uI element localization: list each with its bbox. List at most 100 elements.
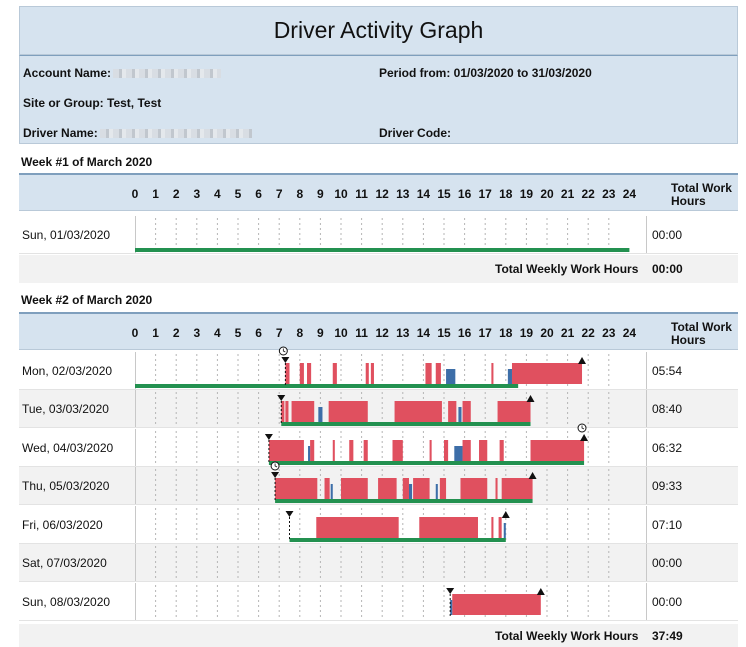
driving-period-bar [462, 401, 471, 422]
driving-period-bar [511, 363, 583, 384]
driver-name: Driver Name: [23, 126, 252, 140]
hour-label-6: 6 [255, 187, 262, 201]
week-1-hour-header: Total Work Hours 0 1 2 3 4 5 6 7 8 9 10 11 12 13 14 15 1… [19, 173, 738, 211]
activity-timeline [155, 585, 610, 619]
hour-label-16: 16 [457, 326, 472, 340]
driving-period-bar [501, 478, 533, 499]
shift-start-marker [281, 357, 290, 363]
hour-label-10: 10 [334, 326, 348, 340]
hour-label-15: 15 [437, 187, 451, 201]
driving-period-bar [419, 517, 478, 538]
work-period-bar [458, 407, 462, 422]
activity-timeline [155, 423, 610, 465]
rest-period-bar [135, 384, 519, 388]
work-period-bar [435, 484, 438, 499]
week-1-title: Week #1 of March 2020 [21, 155, 153, 169]
driving-period-bar [310, 440, 315, 461]
day-row: Sun, 01/03/2020 00:00 [19, 216, 738, 254]
redacted-driver-name [99, 129, 252, 139]
driving-period-bar [394, 401, 442, 422]
work-period-bar [503, 523, 506, 538]
hour-label-9: 9 [317, 326, 324, 340]
hour-label-0: 0 [131, 187, 139, 201]
hour-label-9: 9 [317, 187, 324, 201]
driving-period-bar [332, 363, 337, 384]
driving-period-bar [291, 401, 315, 422]
shift-end-marker [526, 395, 535, 402]
driving-period-bar [499, 440, 504, 461]
hour-label-3: 3 [193, 187, 201, 201]
hour-label-5: 5 [234, 187, 242, 201]
work-period-bar [308, 446, 311, 461]
rest-period-bar [268, 461, 585, 465]
driving-period-bar [324, 478, 330, 499]
hour-label-0: 0 [131, 326, 139, 340]
day-row: Mon, 02/03/2020 05:54 [19, 346, 738, 390]
week-2-total-row: Total Weekly Work Hours 37:49 [19, 624, 738, 647]
driving-period-bar [268, 440, 304, 461]
day-row: Wed, 04/03/2020 06:32 [19, 423, 738, 467]
day-row: Sun, 08/03/2020 00:00 [19, 583, 738, 621]
hour-label-20: 20 [540, 326, 554, 340]
driving-period-bar [429, 440, 432, 461]
work-period-bar [507, 369, 512, 384]
hour-label-18: 18 [499, 187, 513, 201]
hour-label-23: 23 [602, 187, 616, 201]
work-period-bar [330, 484, 333, 499]
shift-end-marker [528, 472, 537, 479]
driver-code: Driver Code: [379, 126, 452, 140]
week-2-hour-header: Total Work Hours 0 1 2 3 4 5 6 7 8 9 10 11 12 13 14 15 1… [19, 312, 738, 350]
site-or-group: Site or Group: Test, Test [23, 96, 162, 110]
work-period-bar [454, 446, 463, 461]
hour-label-23: 23 [602, 326, 616, 340]
driving-period-bar [435, 363, 441, 384]
driving-period-bar [444, 440, 449, 461]
hour-label-22: 22 [581, 326, 595, 340]
driving-period-bar [392, 440, 403, 461]
hour-label-15: 15 [437, 326, 451, 340]
hour-label-18: 18 [499, 326, 513, 340]
driving-period-bar [307, 363, 312, 384]
driving-period-bar [365, 363, 369, 384]
shift-start-marker [271, 472, 280, 478]
day-row: Thu, 05/03/2020 09:33 [19, 461, 738, 505]
report-title: Driver Activity Graph [273, 17, 484, 43]
shift-end-marker [536, 588, 545, 595]
rest-period-bar [289, 538, 506, 542]
driving-period-bar [363, 440, 368, 461]
total-weekly-label: Total Weekly Work Hours [495, 262, 639, 276]
driving-period-bar [497, 401, 531, 422]
hour-label-3: 3 [193, 326, 201, 340]
driving-period-bar [530, 440, 585, 461]
driving-period-bar [452, 594, 541, 615]
hour-label-17: 17 [478, 326, 492, 340]
driving-period-bar [495, 478, 498, 499]
driving-period-bar [332, 440, 335, 461]
week-2-total-value: 37:49 [652, 629, 683, 643]
shift-start-marker [277, 395, 286, 401]
driver-info-panel: Account Name: Period from: 01/03/2020 to… [19, 55, 738, 144]
hour-label-22: 22 [581, 187, 595, 201]
period-range: Period from: 01/03/2020 to 31/03/2020 [379, 66, 592, 80]
driving-period-bar [462, 440, 471, 461]
driving-period-bar [285, 401, 289, 422]
driving-period-bar [328, 401, 368, 422]
driving-period-bar [402, 478, 409, 499]
day-row: Fri, 06/03/2020 07:10 [19, 506, 738, 544]
driving-period-bar [491, 517, 494, 538]
hour-label-8: 8 [296, 187, 304, 201]
hour-label-1: 1 [152, 326, 159, 340]
activity-timeline [155, 392, 610, 426]
hour-label-7: 7 [275, 187, 283, 201]
hour-label-10: 10 [334, 187, 348, 201]
activity-timeline [155, 461, 610, 503]
driving-period-bar [448, 401, 457, 422]
work-period-bar [318, 407, 323, 422]
hour-label-19: 19 [519, 187, 534, 201]
work-period-bar [408, 484, 413, 499]
driving-period-bar [498, 517, 502, 538]
hour-label-11: 11 [355, 326, 368, 340]
hour-label-13: 13 [396, 187, 410, 201]
hour-label-20: 20 [540, 187, 554, 201]
driving-period-bar [460, 478, 488, 499]
